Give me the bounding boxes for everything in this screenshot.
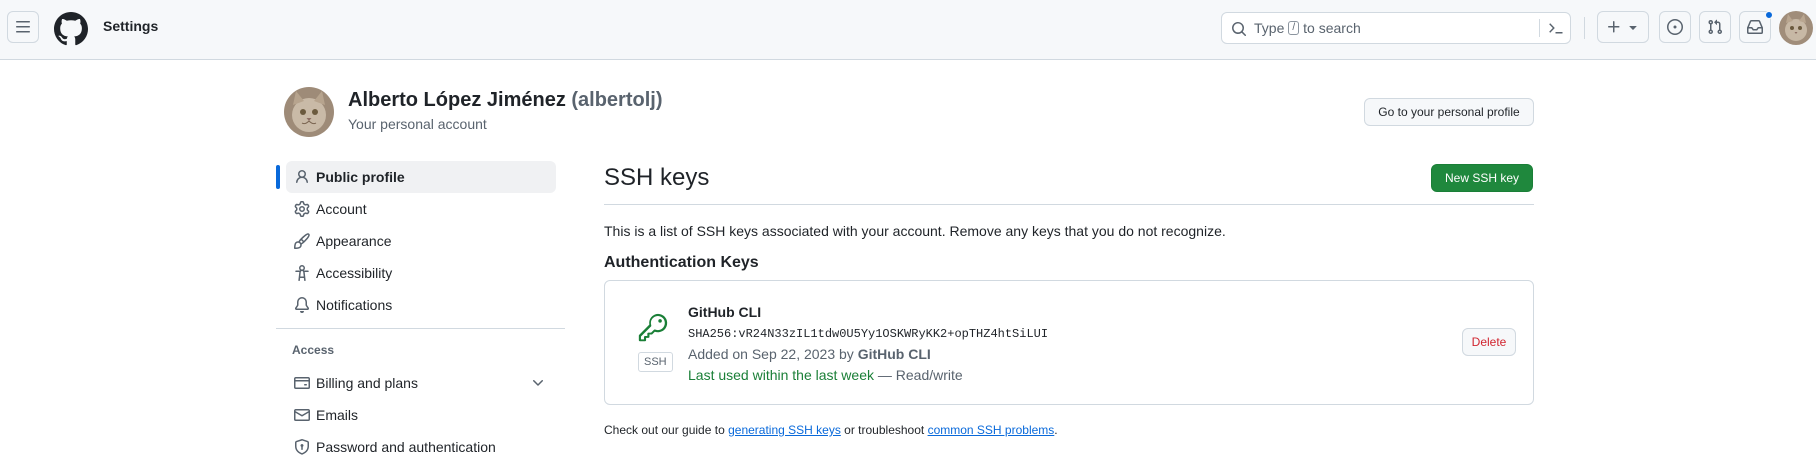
header-separator	[1584, 17, 1585, 39]
page-title: SSH keys	[604, 164, 710, 191]
credit-card-icon	[294, 377, 310, 389]
new-ssh-key-button[interactable]: New SSH key	[1431, 164, 1533, 192]
bell-icon	[294, 297, 309, 313]
search-placeholder-text: Type	[1254, 20, 1285, 36]
github-logo-icon[interactable]	[54, 12, 88, 46]
issues-button[interactable]	[1659, 11, 1691, 43]
profile-avatar	[284, 87, 334, 137]
person-icon	[296, 170, 308, 184]
key-fingerprint: SHA256:vR24N33zIL1tdw0U5Yy1OSKWRyKK2+opT…	[688, 327, 1049, 341]
paintbrush-icon	[294, 233, 310, 249]
sidebar-item-password[interactable]: Password and authentication	[286, 431, 556, 463]
cat-avatar-image	[1779, 11, 1813, 45]
sidebar-item-appearance[interactable]: Appearance	[286, 225, 556, 257]
cat-avatar-image-large	[284, 87, 334, 137]
issue-opened-icon	[1667, 19, 1683, 35]
search-input[interactable]: Type / to search	[1221, 12, 1571, 44]
gear-icon	[294, 201, 310, 217]
chevron-down-icon[interactable]	[530, 375, 546, 391]
sidebar-item-label: Emails	[316, 407, 359, 423]
sidebar-item-label: Billing and plans	[316, 375, 418, 391]
sidebar-item-accessibility[interactable]: Accessibility	[286, 257, 556, 289]
sidebar-item-billing[interactable]: Billing and plans	[286, 367, 556, 399]
help-footer: Check out our guide to generating SSH ke…	[604, 423, 1058, 437]
ssh-badge: SSH	[638, 352, 673, 372]
active-nav-indicator	[276, 165, 280, 189]
menu-button[interactable]	[7, 11, 39, 43]
sidebar-item-label: Password and authentication	[316, 439, 496, 455]
key-title: GitHub CLI	[688, 304, 762, 320]
search-placeholder-text-end: to search	[1303, 20, 1361, 36]
footer-suffix: .	[1054, 423, 1058, 437]
key-access-level: — Read/write	[877, 367, 963, 383]
inbox-icon	[1747, 20, 1763, 34]
common-ssh-problems-link[interactable]: common SSH problems	[928, 423, 1055, 437]
triangle-down-icon	[1628, 26, 1637, 30]
pull-requests-button[interactable]	[1699, 11, 1731, 43]
key-added-date: Added on Sep 22, 2023 by	[688, 346, 854, 362]
sidebar-item-label: Accessibility	[316, 265, 393, 281]
page-context-title[interactable]: Settings	[103, 18, 158, 34]
sidebar-item-label: Account	[316, 201, 367, 217]
footer-middle: or troubleshoot	[844, 423, 925, 437]
delete-key-button[interactable]: Delete	[1462, 328, 1516, 356]
global-header: Settings Type / to search	[0, 0, 1816, 60]
shield-lock-icon	[295, 439, 309, 455]
search-shortcut-key: /	[1288, 21, 1300, 35]
profile-subtitle: Your personal account	[348, 116, 487, 132]
key-last-used: Last used within the last week — Read/wr…	[688, 367, 963, 383]
ssh-key-list-item: SSH GitHub CLI SHA256:vR24N33zIL1tdw0U5Y…	[604, 280, 1534, 405]
git-pull-request-icon	[1708, 19, 1723, 35]
sidebar-section-heading: Access	[292, 343, 335, 357]
user-avatar[interactable]	[1779, 11, 1813, 45]
sidebar-divider	[276, 328, 565, 329]
plus-icon	[1607, 21, 1619, 33]
profile-name: Alberto López Jiménez (albertolj)	[348, 89, 663, 112]
command-palette-icon[interactable]	[1548, 20, 1564, 36]
accessibility-icon	[295, 265, 309, 281]
key-added-info: Added on Sep 22, 2023 by GitHub CLI	[688, 346, 931, 362]
key-icon	[638, 313, 668, 342]
hamburger-icon	[16, 21, 30, 33]
title-divider	[604, 204, 1534, 205]
search-placeholder: Type / to search	[1254, 20, 1361, 36]
sidebar-item-public-profile[interactable]: Public profile	[286, 161, 556, 193]
sidebar-item-label: Public profile	[316, 169, 405, 185]
go-to-profile-button[interactable]: Go to your personal profile	[1364, 98, 1534, 126]
sidebar-item-account[interactable]: Account	[286, 193, 556, 225]
intro-text: This is a list of SSH keys associated wi…	[604, 223, 1226, 239]
generating-ssh-keys-link[interactable]: generating SSH keys	[728, 423, 841, 437]
sidebar-item-notifications[interactable]: Notifications	[286, 289, 556, 321]
search-divider	[1539, 19, 1540, 37]
profile-display-name: Alberto López Jiménez	[348, 89, 566, 111]
mail-icon	[294, 409, 310, 421]
create-new-button[interactable]	[1597, 11, 1649, 43]
footer-prefix: Check out our guide to	[604, 423, 725, 437]
sidebar-item-label: Appearance	[316, 233, 392, 249]
section-heading: Authentication Keys	[604, 254, 759, 271]
sidebar-item-label: Notifications	[316, 297, 393, 313]
unread-notification-dot	[1765, 11, 1773, 19]
profile-login: (albertolj)	[571, 89, 663, 111]
key-added-by: GitHub CLI	[857, 346, 931, 362]
search-icon	[1232, 22, 1247, 37]
key-last-used-text: Last used within the last week	[688, 367, 874, 383]
sidebar-item-emails[interactable]: Emails	[286, 399, 556, 431]
